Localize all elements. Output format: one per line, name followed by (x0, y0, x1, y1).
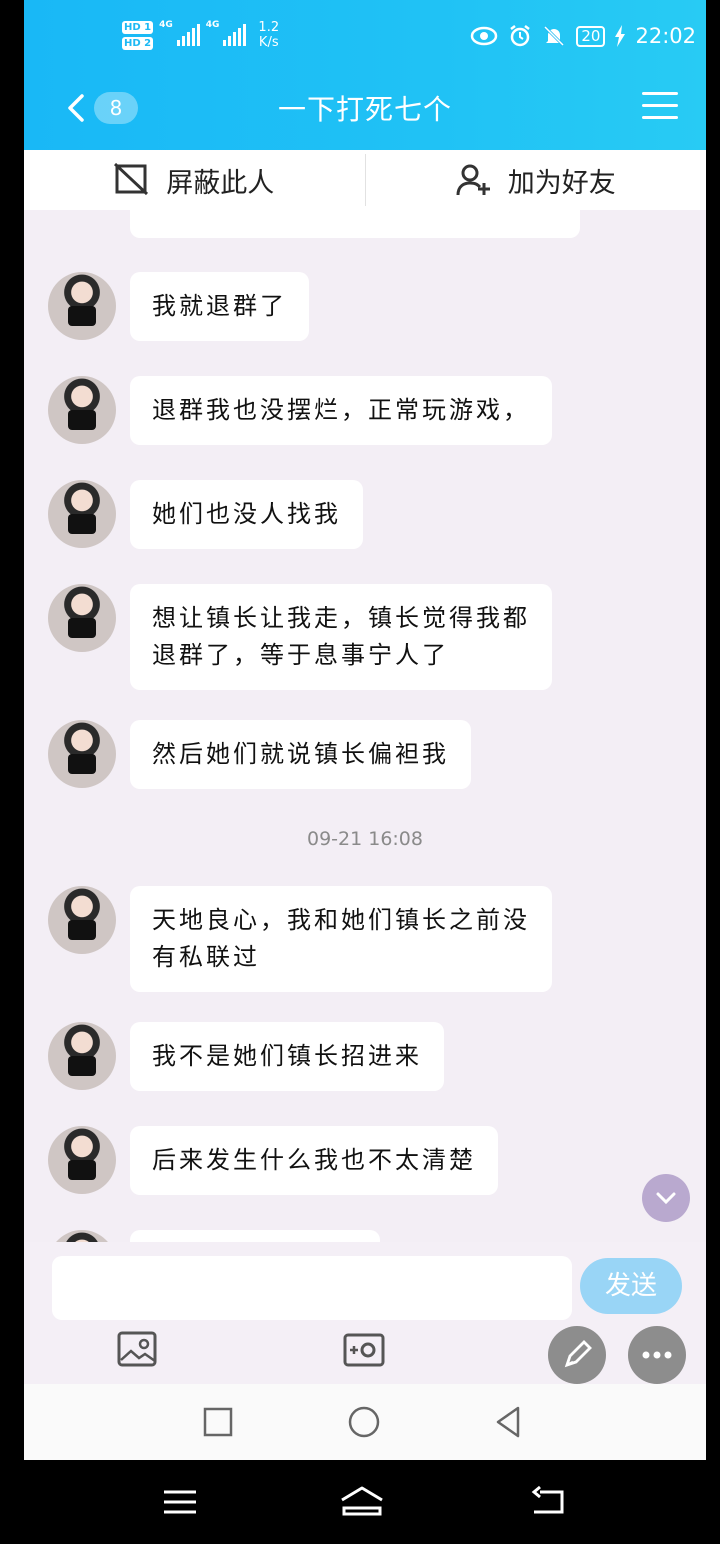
message-bubble[interactable]: 后来发生什么我也不太清楚 (130, 1126, 498, 1195)
sender-avatar[interactable] (48, 1126, 116, 1194)
system-nav-bar (24, 1384, 706, 1460)
block-icon (114, 163, 149, 196)
pencil-icon (564, 1340, 592, 1368)
sender-avatar-partial[interactable] (48, 1230, 116, 1242)
camera-icon[interactable] (342, 1330, 386, 1370)
network-type-2: 4G (205, 20, 220, 30)
chevron-down-icon (656, 1192, 676, 1205)
message-text-line: 退群了，等于息事宁人了 (152, 641, 449, 669)
message-text-line: 有私联过 (152, 943, 260, 971)
message-bubble[interactable]: 她们也没人找我 (130, 480, 363, 549)
sender-avatar[interactable] (48, 376, 116, 444)
battery-indicator: 20 (576, 25, 606, 47)
message-text: 我就退群了 (152, 292, 287, 320)
message-bubble[interactable]: 想让镇长让我走，镇长觉得我都 退群了，等于息事宁人了 (130, 584, 552, 690)
add-friend-label: 加为好友 (507, 167, 616, 199)
home-circle-icon[interactable] (346, 1404, 382, 1440)
message-text-line: 天地良心，我和她们镇长之前没 (152, 906, 530, 934)
message-text: 退群我也没摆烂，正常玩游戏， (152, 396, 530, 424)
message-input[interactable] (52, 1256, 572, 1320)
chat-message-list[interactable]: 我就退群了 退群我也没摆烂，正常玩游戏， 她们也没人找我 想让镇长让我走，镇长觉… (24, 210, 706, 1242)
sim1-badge: HD 1 (122, 20, 154, 34)
block-user-label: 屏蔽此人 (166, 167, 275, 199)
network-type-1: 4G (159, 20, 173, 30)
speed-value: 1.2 (258, 20, 280, 35)
message-text: 后来发生什么我也不太清楚 (152, 1146, 476, 1174)
block-user-button[interactable]: 屏蔽此人 (24, 150, 365, 210)
input-bar: 发送 (24, 1242, 706, 1384)
message-bubble[interactable]: 我不是她们镇长招进来 (130, 1022, 444, 1091)
sim-badges: HD 1 HD 2 (122, 20, 154, 50)
message-text: 她们也没人找我 (152, 500, 341, 528)
sender-avatar[interactable] (48, 720, 116, 788)
sender-avatar[interactable] (48, 480, 116, 548)
eye-icon (471, 26, 498, 46)
mute-bell-icon (544, 25, 565, 47)
top-header: HD 1 HD 2 4G 4G 1.2 K/s 20 22:02 8 一下打死七… (24, 0, 706, 150)
recent-apps-icon[interactable] (200, 1404, 236, 1440)
more-options-button[interactable] (628, 1326, 686, 1384)
message-bubble-partial (130, 1230, 380, 1242)
more-dots-icon (642, 1351, 672, 1359)
clock: 22:02 (635, 24, 696, 48)
sender-avatar[interactable] (48, 584, 116, 652)
network-speed: 1.2 K/s (258, 20, 279, 50)
message-bubble[interactable]: 然后她们就说镇长偏袒我 (130, 720, 471, 789)
message-timestamp: 09-21 16:08 (306, 828, 423, 850)
chat-title: 一下打死七个 (277, 93, 452, 126)
sender-avatar[interactable] (48, 1022, 116, 1090)
signal-icon (176, 24, 200, 46)
alarm-icon (510, 25, 531, 47)
outer-nav-bar (0, 1460, 720, 1544)
home-icon[interactable] (338, 1484, 386, 1520)
message-bubble[interactable]: 退群我也没摆烂，正常玩游戏， (130, 376, 552, 445)
pencil-button[interactable] (548, 1326, 606, 1384)
sender-avatar[interactable] (48, 272, 116, 340)
message-text: 我不是她们镇长招进来 (152, 1042, 422, 1070)
back-triangle-icon[interactable] (490, 1404, 526, 1440)
menu-icon[interactable] (642, 92, 678, 124)
status-right: 20 22:02 (470, 24, 696, 48)
status-bar: HD 1 HD 2 4G 4G 1.2 K/s 20 22:02 (24, 14, 706, 66)
message-text: 然后她们就说镇长偏袒我 (152, 740, 449, 768)
return-icon[interactable] (528, 1484, 568, 1520)
message-bubble[interactable]: 我就退群了 (130, 272, 309, 341)
app-window: HD 1 HD 2 4G 4G 1.2 K/s 20 22:02 8 一下打死七… (24, 0, 706, 1460)
action-bar: 屏蔽此人 加为好友 (24, 150, 706, 210)
scroll-to-bottom-button[interactable] (642, 1174, 690, 1222)
status-left: HD 1 HD 2 4G 4G 1.2 K/s (122, 20, 279, 50)
menu-lines-icon[interactable] (160, 1484, 200, 1520)
speed-unit: K/s (258, 35, 279, 50)
sender-avatar[interactable] (48, 886, 116, 954)
message-text-line: 想让镇长让我走，镇长觉得我都 (152, 604, 530, 632)
add-friend-icon (456, 164, 490, 196)
nav-bar: 8 一下打死七个 (24, 80, 706, 136)
signal-icon-2 (223, 24, 247, 46)
sim2-badge: HD 2 (122, 36, 154, 50)
message-bubble[interactable]: 天地良心，我和她们镇长之前没 有私联过 (130, 886, 552, 992)
charging-icon (615, 25, 626, 47)
message-bubble-partial (130, 210, 580, 238)
send-button[interactable]: 发送 (580, 1258, 682, 1314)
image-picker-icon[interactable] (116, 1330, 160, 1370)
add-friend-button[interactable]: 加为好友 (366, 150, 707, 210)
